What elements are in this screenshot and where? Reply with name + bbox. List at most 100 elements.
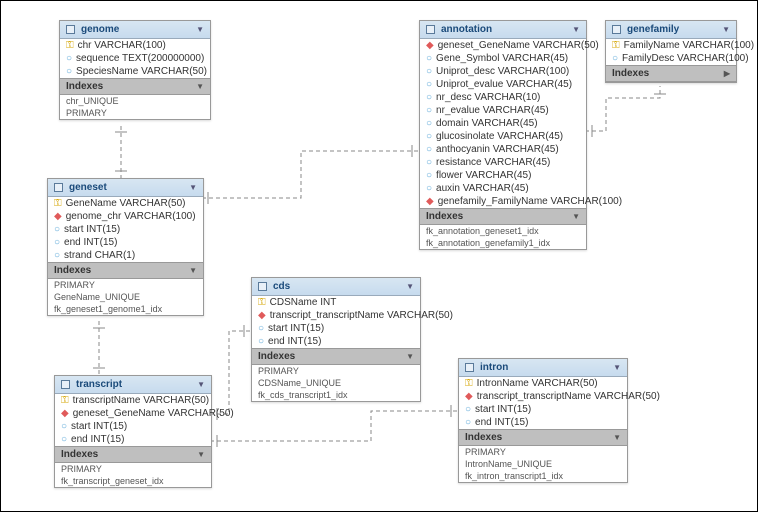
table-icon (258, 282, 267, 291)
table-icon (426, 25, 435, 34)
column-row[interactable]: ○end INT(15) (252, 335, 420, 348)
indexes-header[interactable]: Indexes▼ (48, 262, 203, 279)
index-row[interactable]: fk_annotation_genefamily1_idx (420, 237, 586, 249)
indexes-header[interactable]: Indexes▼ (55, 446, 211, 463)
column-text: nr_evalue VARCHAR(45) (436, 105, 549, 116)
column-row[interactable]: ○start INT(15) (48, 223, 203, 236)
indexes-label: Indexes (465, 432, 502, 443)
circle-icon: ○ (426, 105, 432, 116)
entity-geneset[interactable]: geneset▼ ⚿GeneName VARCHAR(50)◆genome_ch… (47, 178, 204, 316)
index-row[interactable]: fk_intron_transcript1_idx (459, 470, 627, 482)
column-text: flower VARCHAR(45) (436, 170, 531, 181)
index-row[interactable]: fk_annotation_geneset1_idx (420, 225, 586, 237)
column-row[interactable]: ◆geneset_GeneName VARCHAR(50) (420, 39, 586, 52)
column-text: start INT(15) (71, 421, 127, 432)
columns-section: ◆geneset_GeneName VARCHAR(50)○Gene_Symbo… (420, 39, 586, 208)
entity-header[interactable]: geneset▼ (48, 179, 203, 197)
entity-header[interactable]: genome▼ (60, 21, 210, 39)
entity-header[interactable]: cds▼ (252, 278, 420, 296)
column-row[interactable]: ○SpeciesName VARCHAR(50) (60, 65, 210, 78)
column-text: genefamily_FamilyName VARCHAR(100) (438, 196, 622, 207)
column-row[interactable]: ○auxin VARCHAR(45) (420, 182, 586, 195)
column-row[interactable]: ○domain VARCHAR(45) (420, 117, 586, 130)
column-row[interactable]: ◆geneset_GeneName VARCHAR(50) (55, 407, 211, 420)
column-row[interactable]: ⚿chr VARCHAR(100) (60, 39, 210, 52)
column-row[interactable]: ○Uniprot_evalue VARCHAR(45) (420, 78, 586, 91)
indexes-header[interactable]: Indexes▶ (606, 65, 736, 82)
index-row[interactable]: fk_transcript_geneset_idx (55, 475, 211, 487)
column-row[interactable]: ○end INT(15) (55, 433, 211, 446)
column-text: GeneName VARCHAR(50) (66, 198, 186, 209)
entity-cds[interactable]: cds▼ ⚿CDSName INT◆transcript_transcriptN… (251, 277, 421, 402)
index-row[interactable]: PRIMARY (48, 279, 203, 291)
column-row[interactable]: ⚿GeneName VARCHAR(50) (48, 197, 203, 210)
entity-annotation[interactable]: annotation▼ ◆geneset_GeneName VARCHAR(50… (419, 20, 587, 250)
column-row[interactable]: ○ nr_evalue VARCHAR(45) (420, 104, 586, 117)
column-row[interactable]: ○Uniprot_desc VARCHAR(100) (420, 65, 586, 78)
entity-header[interactable]: annotation▼ (420, 21, 586, 39)
column-row[interactable]: ○end INT(15) (48, 236, 203, 249)
entity-header[interactable]: intron▼ (459, 359, 627, 377)
column-row[interactable]: ◆transcript_transcriptName VARCHAR(50) (252, 309, 420, 322)
diamond-icon: ◆ (258, 310, 266, 321)
entity-header[interactable]: genefamily▼ (606, 21, 736, 39)
column-row[interactable]: ○Gene_Symbol VARCHAR(45) (420, 52, 586, 65)
circle-icon: ○ (426, 92, 432, 103)
index-row[interactable]: IntronName_UNIQUE (459, 458, 627, 470)
indexes-header[interactable]: Indexes▼ (459, 429, 627, 446)
column-row[interactable]: ○ flower VARCHAR(45) (420, 169, 586, 182)
column-text: start INT(15) (64, 224, 120, 235)
indexes-header[interactable]: Indexes▼ (420, 208, 586, 225)
chevron-down-icon: ▼ (196, 82, 204, 91)
column-row[interactable]: ○start INT(15) (252, 322, 420, 335)
entity-title: intron (480, 362, 508, 373)
circle-icon: ○ (426, 183, 432, 194)
column-row[interactable]: ○sequence TEXT(200000000) (60, 52, 210, 65)
diamond-icon: ◆ (426, 40, 434, 51)
column-text: chr VARCHAR(100) (78, 40, 166, 51)
index-row[interactable]: PRIMARY (252, 365, 420, 377)
circle-icon: ○ (426, 170, 432, 181)
entity-transcript[interactable]: transcript▼ ⚿transcriptName VARCHAR(50)◆… (54, 375, 212, 488)
column-row[interactable]: ○start INT(15) (459, 403, 627, 416)
column-row[interactable]: ○strand CHAR(1) (48, 249, 203, 262)
chevron-down-icon: ▼ (196, 25, 204, 34)
entity-title: geneset (69, 182, 107, 193)
column-row[interactable]: ○nr_desc VARCHAR(10) (420, 91, 586, 104)
entity-header[interactable]: transcript▼ (55, 376, 211, 394)
index-row[interactable]: fk_cds_transcript1_idx (252, 389, 420, 401)
entity-genefamily[interactable]: genefamily▼ ⚿FamilyName VARCHAR(100)○Fam… (605, 20, 737, 83)
column-row[interactable]: ○start INT(15) (55, 420, 211, 433)
column-row[interactable]: ⚿CDSName INT (252, 296, 420, 309)
index-row[interactable]: PRIMARY (55, 463, 211, 475)
column-row[interactable]: ◆genome_chr VARCHAR(100) (48, 210, 203, 223)
chevron-right-icon: ▶ (724, 69, 730, 78)
columns-section: ⚿chr VARCHAR(100)○sequence TEXT(20000000… (60, 39, 210, 78)
column-row[interactable]: ○glucosinolate VARCHAR(45) (420, 130, 586, 143)
index-row[interactable]: GeneName_UNIQUE (48, 291, 203, 303)
column-row[interactable]: ◆genefamily_FamilyName VARCHAR(100) (420, 195, 586, 208)
circle-icon: ○ (54, 250, 60, 261)
diamond-icon: ◆ (54, 211, 62, 222)
column-row[interactable]: ○anthocyanin VARCHAR(45) (420, 143, 586, 156)
index-row[interactable]: chr_UNIQUE (60, 95, 210, 107)
column-text: resistance VARCHAR(45) (436, 157, 550, 168)
indexes-header[interactable]: Indexes▼ (60, 78, 210, 95)
entity-title: genefamily (627, 24, 679, 35)
column-row[interactable]: ⚿FamilyName VARCHAR(100) (606, 39, 736, 52)
column-row[interactable]: ○end INT(15) (459, 416, 627, 429)
index-row[interactable]: PRIMARY (459, 446, 627, 458)
index-text: IntronName_UNIQUE (465, 459, 552, 469)
column-row[interactable]: ○FamilyDesc VARCHAR(100) (606, 52, 736, 65)
indexes-header[interactable]: Indexes▼ (252, 348, 420, 365)
column-row[interactable]: ○resistance VARCHAR(45) (420, 156, 586, 169)
index-row[interactable]: CDSName_UNIQUE (252, 377, 420, 389)
column-row[interactable]: ⚿transcriptName VARCHAR(50) (55, 394, 211, 407)
column-row[interactable]: ⚿IntronName VARCHAR(50) (459, 377, 627, 390)
circle-icon: ○ (66, 53, 72, 64)
entity-intron[interactable]: intron▼ ⚿IntronName VARCHAR(50)◆transcri… (458, 358, 628, 483)
entity-genome[interactable]: genome▼ ⚿chr VARCHAR(100)○sequence TEXT(… (59, 20, 211, 120)
index-row[interactable]: PRIMARY (60, 107, 210, 119)
index-row[interactable]: fk_geneset1_genome1_idx (48, 303, 203, 315)
column-row[interactable]: ◆transcript_transcriptName VARCHAR(50) (459, 390, 627, 403)
